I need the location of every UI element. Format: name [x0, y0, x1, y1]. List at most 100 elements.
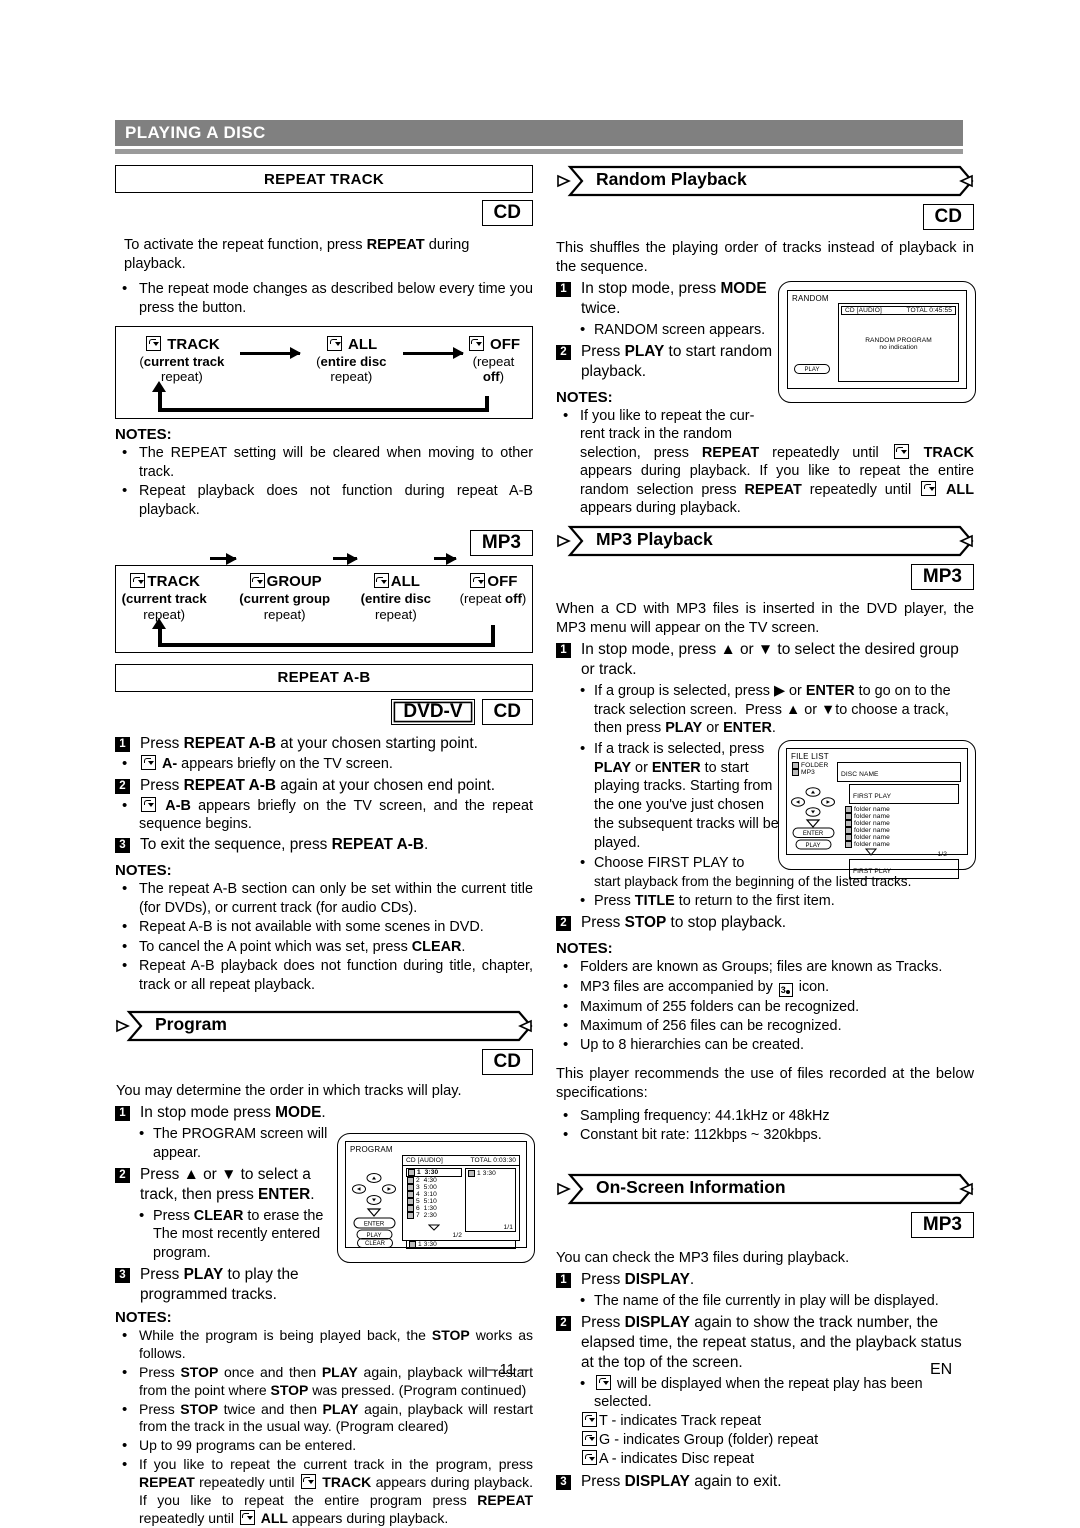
onscreen-step-3: 3 Press DISPLAY again to exit. — [556, 1472, 974, 1492]
step-number: 2 — [556, 344, 571, 360]
list-item: Folders are known as Groups; files are k… — [556, 957, 974, 977]
flow-arrow — [239, 347, 301, 360]
program-step2-bullets: Press CLEAR to erase the The most recent… — [115, 1206, 340, 1263]
random-screen-area: CD [AUDIO] TOTAL 0:45:55 RANDOM PROGRAM … — [838, 303, 959, 383]
indicator-track: T - indicates Track repeat — [580, 1412, 974, 1431]
repeat-icon — [470, 573, 486, 589]
svg-text:ENTER: ENTER — [803, 831, 824, 837]
mp3-playback-intro: When a CD with MP3 files is inserted in … — [556, 600, 974, 636]
random-step-2: 2 Press PLAY to start random playback. — [556, 342, 784, 382]
svg-text:ENTER: ENTER — [364, 1222, 385, 1228]
repeat-icon — [582, 1431, 597, 1447]
flow-node-off: OFF (repeat off) — [459, 573, 527, 607]
repeat-icon — [130, 573, 146, 589]
mp3-specs: Sampling frequency: 44.1kHz or 48kHz Con… — [556, 1106, 974, 1145]
repeat-track-box-title: REPEAT TRACK — [115, 165, 533, 193]
badge-mp3: MP3 — [910, 563, 974, 590]
mp3-step-2: 2 Press STOP to stop playback. — [556, 913, 974, 933]
step-number: 1 — [556, 1272, 571, 1288]
list-item: Repeat A-B is not available with some sc… — [115, 917, 533, 937]
repeat-ab-bullet-a: A- appears briefly on the TV screen. — [115, 754, 533, 774]
indicator-group: G - indicates Group (folder) repeat — [580, 1431, 974, 1450]
step-number: 2 — [556, 1315, 571, 1331]
chapter-bar: PLAYING A DISC — [115, 120, 963, 146]
random-screen-figure: RANDOM PLAY CD [AUDIO] TOTAL 0:45:55 RAN… — [778, 281, 976, 404]
random-heading-label: Random Playback — [596, 169, 747, 189]
list-item: Maximum of 255 folders can be recognized… — [556, 997, 974, 1017]
file-list-screen-figure: FILE LIST FOLDER MP3 ENTER PLAY DISC NAM… — [778, 740, 976, 879]
step-number: 1 — [115, 737, 130, 753]
step-number: 3 — [115, 1267, 130, 1283]
random-notes: If you like to repeat the cur-rent track… — [556, 406, 974, 518]
step-number: 2 — [115, 1167, 130, 1183]
flow-loop-back — [116, 381, 532, 418]
disc-name-bar: DISC NAME — [837, 762, 961, 782]
program-screen-header: CD [AUDIO] TOTAL 0:03:30 — [403, 1156, 519, 1167]
repeat-track-intro: To activate the repeat function, press R… — [124, 237, 470, 273]
program-screen-area: CD [AUDIO] TOTAL 0:03:30 1 3:30 2 4:30 3… — [402, 1155, 520, 1250]
flow-arrow — [333, 552, 359, 565]
program-screen-figure: PROGRAM ENTER PLAY CLEAR CD [AUDIO] TOTA… — [337, 1133, 535, 1264]
random-badges: CD — [556, 204, 974, 231]
mp3-notes-label: NOTES: — [556, 940, 613, 958]
list-item: Sampling frequency: 44.1kHz or 48kHz — [556, 1106, 974, 1126]
mp3-notes: Folders are known as Groups; files are k… — [556, 957, 974, 1055]
random-step-1: 1 In stop mode, press MODE twice. — [556, 279, 784, 319]
list-item: Up to 8 hierarchies can be created. — [556, 1035, 974, 1055]
list-item: Constant bit rate: 112kbps ~ 320kbps. — [556, 1125, 974, 1145]
list-item: The repeat A-B section can only be set w… — [115, 879, 533, 917]
random-notes-label: NOTES: — [556, 388, 613, 406]
repeat-icon — [596, 1374, 611, 1390]
badge-cd: CD — [481, 698, 533, 726]
repeat-icon — [582, 1412, 597, 1428]
remote-keys-icon: ENTER PLAY — [791, 787, 835, 850]
mp3-playback-badges: MP3 — [556, 563, 974, 590]
program-track-list: 1 3:30 2 4:30 3 5:00 4 3:10 5 5:10 6 1:3… — [406, 1168, 462, 1239]
random-step1-bullets: RANDOM screen appears. — [556, 320, 784, 340]
repeat-track-notes-label: NOTES: — [115, 426, 172, 444]
first-play-top-bar: FIRST PLAY — [849, 784, 959, 804]
mp3-playback-heading: MP3 Playback — [556, 525, 974, 557]
random-screen-header: CD [AUDIO] TOTAL 0:45:55 — [841, 306, 956, 316]
svg-text:PLAY: PLAY — [806, 843, 821, 849]
program-bottom-entry: 1 3:30 — [406, 1240, 516, 1250]
mp3-step1-bullet-track: If a track is selected, press PLAY or EN… — [556, 739, 784, 873]
list-item: If a group is selected, press ▶ or ENTER… — [556, 681, 974, 738]
flow-arrow — [402, 347, 464, 360]
badge-mp3: MP3 — [910, 1211, 974, 1238]
list-item: If you like to repeat the cur-rent track… — [556, 406, 974, 518]
badge-cd: CD — [481, 1049, 533, 1076]
program-step-2: 2 Press ▲ or ▼ to select a track, then p… — [115, 1165, 340, 1205]
list-item: If a track is selected, press PLAY or EN… — [556, 739, 784, 852]
list-item: Up to 99 programs can be entered. — [115, 1436, 533, 1455]
repeat-icon — [921, 480, 937, 496]
repeat-track-bullets: The repeat mode changes as described bel… — [115, 279, 533, 317]
list-item: Repeat playback does not function during… — [115, 481, 533, 519]
program-badges: CD — [115, 1049, 533, 1076]
mp3-playback-heading-label: MP3 Playback — [596, 528, 713, 549]
repeat-ab-notes: The repeat A-B section can only be set w… — [115, 879, 533, 994]
repeat-icon — [373, 573, 389, 589]
repeat-ab-badges: DVD-V CD — [115, 698, 533, 726]
repeat-icon — [582, 1450, 597, 1466]
repeat-ab-box-title: REPEAT A-B — [115, 663, 533, 692]
onscreen-badges: MP3 — [556, 1211, 974, 1238]
repeat-icon — [141, 796, 156, 812]
repeat-icon — [249, 573, 265, 589]
flow-arrow — [209, 552, 237, 565]
onscreen-intro: You can check the MP3 files during playb… — [556, 1249, 850, 1266]
manual-page: PLAYING A DISC REPEAT TRACK CD To activa… — [0, 0, 1080, 1526]
play-key-icon: PLAY — [794, 364, 830, 375]
program-step-1: 1 In stop mode press MODE. — [115, 1103, 533, 1123]
program-screen-caption: PROGRAM — [350, 1145, 393, 1155]
list-item: Press STOP once and then PLAY again, pla… — [115, 1363, 533, 1400]
list-item: Press TITLE to return to the first item. — [556, 891, 974, 911]
onscreen-step1-bullets: The name of the file currently in play w… — [556, 1291, 974, 1311]
list-item: Repeat A-B playback does not function du… — [115, 956, 533, 994]
list-item: Choose FIRST PLAY to — [556, 853, 784, 873]
program-notes: While the program is being played back, … — [115, 1326, 533, 1528]
repeat-icon — [141, 755, 156, 771]
mp3-bullet-title: Press TITLE to return to the first item. — [556, 891, 974, 911]
program-step-3: 3 Press PLAY to play the programmed trac… — [115, 1265, 340, 1305]
repeat-icon — [239, 1510, 255, 1525]
